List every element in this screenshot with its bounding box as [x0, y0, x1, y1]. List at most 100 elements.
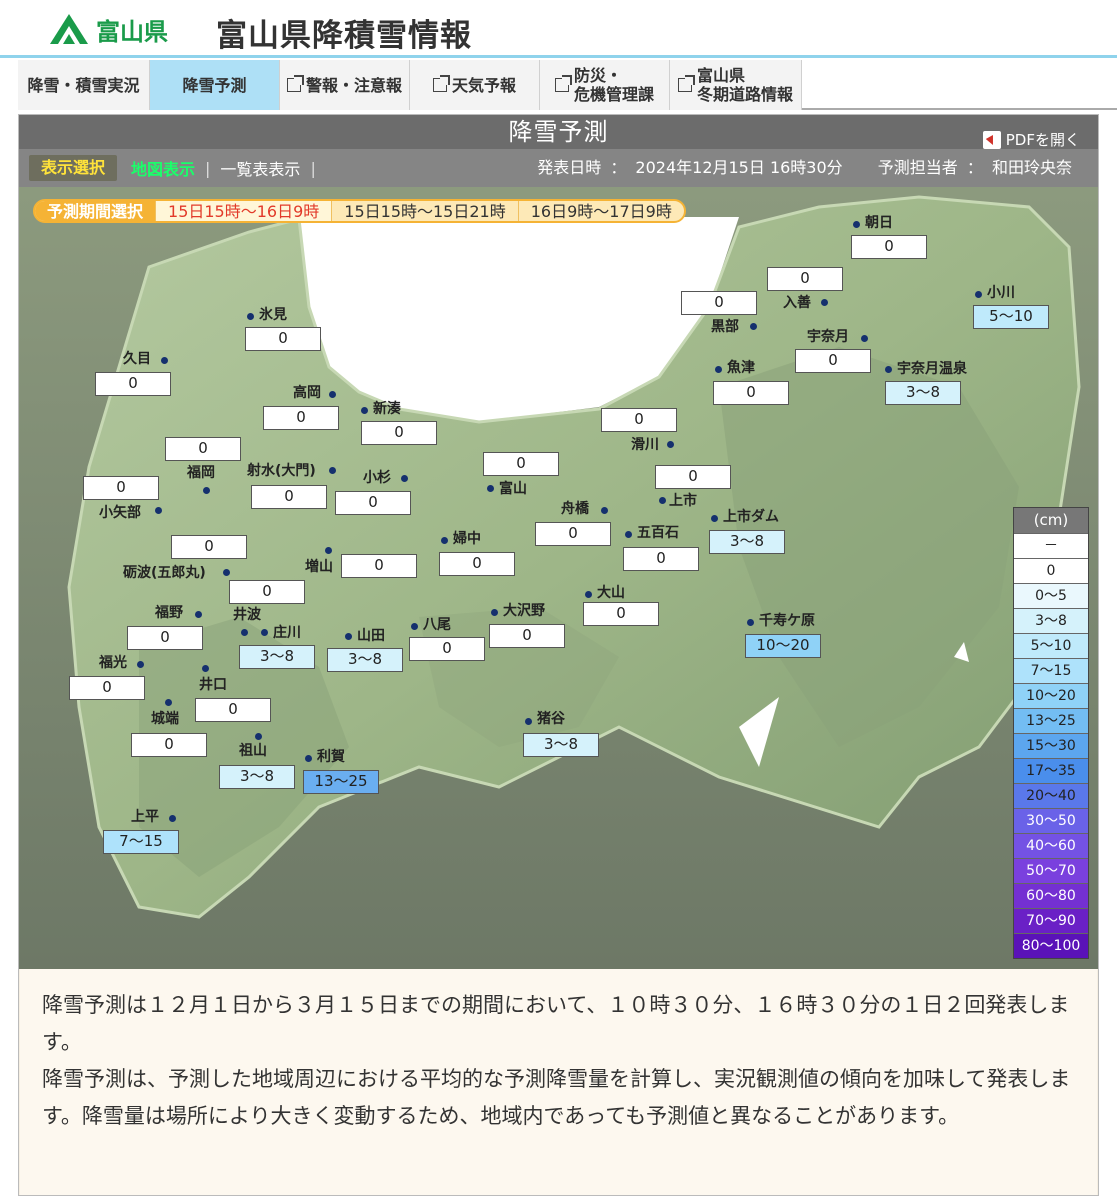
station-value[interactable]: 0 — [623, 547, 699, 571]
station-dot — [659, 497, 666, 504]
station-value[interactable]: 0 — [713, 381, 789, 405]
station-name: 舟橋 — [561, 501, 589, 517]
station-dot — [195, 611, 202, 618]
issued-value: 2024年12月15日 16時30分 — [635, 158, 843, 177]
station-value[interactable]: 13～25 — [303, 770, 379, 794]
tab-label: 富山県 冬期道路情報 — [696, 66, 793, 104]
toolbar-separator: | — [310, 158, 316, 178]
station-name: 大山 — [597, 585, 625, 601]
station-value[interactable]: 0 — [483, 452, 559, 476]
mountain-logo-icon — [50, 14, 88, 44]
legend-item: 5～10 — [1014, 633, 1088, 658]
station-value[interactable]: 0 — [263, 406, 339, 430]
station-value[interactable]: 3～8 — [885, 381, 961, 405]
map-view-link[interactable]: 地図表示 — [131, 156, 195, 180]
station-value[interactable]: 0 — [251, 485, 327, 509]
prefecture-logo[interactable]: 富山県 — [48, 12, 168, 46]
station-name: 新湊 — [373, 401, 401, 417]
tab-label: 警報・注意報 — [305, 75, 402, 95]
legend-item: 0 — [1014, 558, 1088, 583]
tab-winter-road-info[interactable]: 富山県 冬期道路情報 — [670, 60, 802, 110]
panel-title: 降雪予測 — [508, 118, 609, 146]
station-value[interactable]: 0 — [851, 235, 927, 259]
station-value[interactable]: 0 — [229, 580, 305, 604]
station-value[interactable]: 0 — [601, 408, 677, 432]
station-dot — [525, 718, 532, 725]
snow-amount-legend: (cm) － 0 0～5 3～8 5～10 7～15 10～20 13～25 15～30 17～3… — [1013, 507, 1089, 959]
logo-text: 富山県 — [96, 17, 168, 46]
legend-item: 10～20 — [1014, 683, 1088, 708]
station-value[interactable]: 0 — [127, 626, 203, 650]
station-value[interactable]: 0 — [795, 349, 871, 373]
toolbar-separator: | — [205, 158, 211, 178]
station-value[interactable]: 3～8 — [523, 733, 599, 757]
station-name: 庄川 — [273, 625, 301, 641]
station-dot — [255, 733, 262, 740]
station-value[interactable]: 5～10 — [973, 305, 1049, 329]
station-dot — [401, 475, 408, 482]
station-value[interactable]: 0 — [767, 267, 843, 291]
station-value[interactable]: 0 — [535, 522, 611, 546]
station-dot — [601, 507, 608, 514]
station-value[interactable]: 7～15 — [103, 830, 179, 854]
site-header: 富山県 富山県降積雪情報 — [0, 0, 1117, 58]
station-value[interactable]: 0 — [335, 491, 411, 515]
period-option-1[interactable]: 15日15時～16日9時 — [155, 201, 332, 221]
pdf-icon — [982, 131, 1001, 149]
snow-forecast-map: 予測期間選択 15日15時～16日9時 15日15時～15日21時 16日9時～… — [19, 187, 1098, 969]
period-option-2[interactable]: 15日15時～15日21時 — [331, 201, 517, 221]
station-value[interactable]: 0 — [361, 421, 437, 445]
station-dot — [329, 467, 336, 474]
period-option-3[interactable]: 16日9時～17日9時 — [517, 201, 684, 221]
legend-item: 13～25 — [1014, 708, 1088, 733]
station-value[interactable]: 3～8 — [709, 530, 785, 554]
station-value[interactable]: 0 — [655, 465, 731, 489]
station-dot — [715, 366, 722, 373]
station-dot — [821, 299, 828, 306]
station-dot — [441, 537, 448, 544]
station-value[interactable]: 10～20 — [745, 634, 821, 658]
station-value[interactable]: 3～8 — [239, 645, 315, 669]
station-dot — [711, 515, 718, 522]
tab-label: 天気予報 — [451, 75, 516, 95]
station-name: 入善 — [783, 295, 811, 311]
station-dot — [329, 391, 336, 398]
station-value[interactable]: 0 — [69, 676, 145, 700]
external-link-icon — [286, 75, 304, 92]
station-name: 魚津 — [727, 360, 755, 376]
tab-snow-forecast[interactable]: 降雪予測 — [150, 60, 280, 110]
station-dot — [202, 665, 209, 672]
period-selector: 予測期間選択 15日15時～16日9時 15日15時～15日21時 16日9時～… — [33, 199, 686, 223]
station-value[interactable]: 3～8 — [219, 765, 295, 789]
display-select-button[interactable]: 表示選択 — [29, 155, 118, 181]
station-name: 八尾 — [423, 617, 451, 633]
legend-item: 30～50 — [1014, 808, 1088, 833]
station-value[interactable]: 0 — [439, 552, 515, 576]
station-value[interactable]: 0 — [681, 291, 757, 315]
station-value[interactable]: 0 — [195, 698, 271, 722]
tab-disaster-management[interactable]: 防災・ 危機管理課 — [540, 60, 670, 110]
legend-unit: (cm) — [1014, 508, 1088, 533]
station-value[interactable]: 0 — [245, 327, 321, 351]
tab-label: 降雪・積雪実況 — [27, 75, 140, 95]
period-label: 予測期間選択 — [35, 201, 156, 221]
station-value[interactable]: 3～8 — [327, 648, 403, 672]
legend-item: 17～35 — [1014, 758, 1088, 783]
station-value[interactable]: 0 — [131, 733, 207, 757]
legend-item: 60～80 — [1014, 883, 1088, 908]
station-value[interactable]: 0 — [583, 602, 659, 626]
forecast-panel: 降雪予測 PDFを開く 表示選択 地図表示 | 一覧表表示 | 発表日時 ： 2… — [18, 114, 1099, 1196]
station-value[interactable]: 0 — [409, 637, 485, 661]
list-view-link[interactable]: 一覧表表示 — [220, 156, 300, 180]
station-dot — [165, 699, 172, 706]
external-link-icon — [432, 75, 450, 92]
tab-weather-forecast[interactable]: 天気予報 — [410, 60, 540, 110]
station-value[interactable]: 0 — [341, 554, 417, 578]
station-value[interactable]: 0 — [83, 476, 159, 500]
station-value[interactable]: 0 — [489, 624, 565, 648]
station-value[interactable]: 0 — [165, 437, 241, 461]
station-value[interactable]: 0 — [95, 372, 171, 396]
tab-warnings[interactable]: 警報・注意報 — [280, 60, 410, 110]
station-value[interactable]: 0 — [171, 535, 247, 559]
tab-snow-observation[interactable]: 降雪・積雪実況 — [18, 60, 150, 110]
